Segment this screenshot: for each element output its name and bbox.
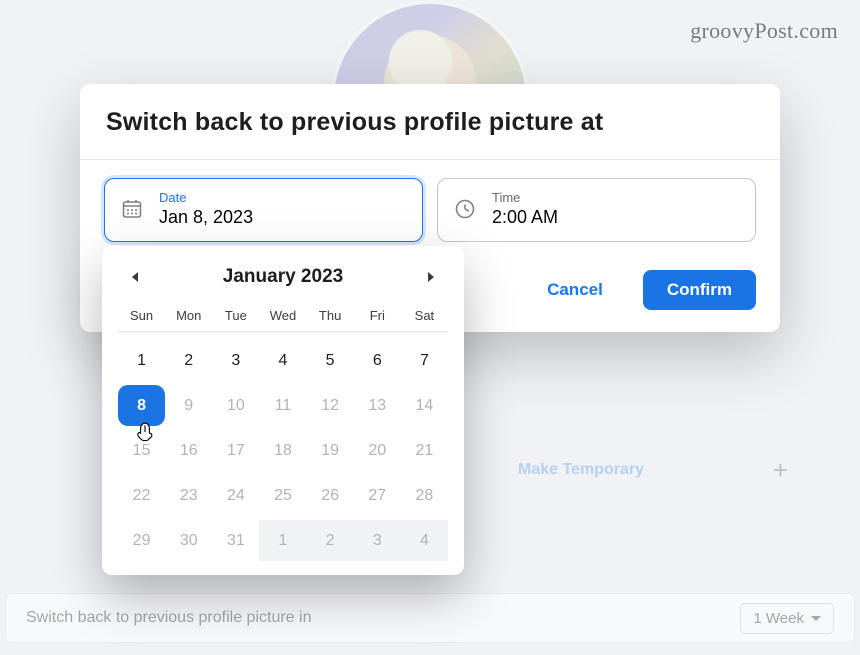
calendar-day[interactable]: 5 — [307, 340, 354, 381]
make-temporary-row: Make Temporary + — [518, 448, 788, 492]
duration-dropdown[interactable]: 1 Week — [740, 603, 834, 634]
calendar-day[interactable]: 14 — [401, 385, 448, 426]
calendar-month-label: January 2023 — [223, 266, 343, 288]
calendar-day[interactable]: 29 — [118, 520, 165, 561]
calendar-day[interactable]: 23 — [165, 475, 212, 516]
date-field[interactable]: Date Jan 8, 2023 — [104, 178, 423, 242]
cancel-button[interactable]: Cancel — [523, 270, 627, 310]
calendar-day[interactable]: 22 — [118, 475, 165, 516]
calendar-day[interactable]: 31 — [212, 520, 259, 561]
calendar-dow: Wed — [259, 302, 306, 331]
calendar-day[interactable]: 3 — [354, 520, 401, 561]
calendar-day[interactable]: 6 — [354, 340, 401, 381]
calendar-day[interactable]: 4 — [401, 520, 448, 561]
calendar-dow: Tue — [212, 302, 259, 331]
calendar-day[interactable]: 19 — [307, 430, 354, 471]
calendar-day[interactable]: 8 — [118, 385, 165, 426]
time-field-value: 2:00 AM — [492, 207, 558, 228]
make-temporary-label[interactable]: Make Temporary — [518, 461, 644, 479]
date-field-label: Date — [159, 190, 253, 205]
next-month-button[interactable] — [416, 262, 446, 292]
prev-month-button[interactable] — [120, 262, 150, 292]
calendar-day[interactable]: 18 — [259, 430, 306, 471]
calendar-icon — [119, 196, 145, 222]
date-picker-popover: January 2023 SunMonTueWedThuFriSat 12345… — [102, 246, 464, 575]
chevron-down-icon — [811, 616, 821, 621]
calendar-day[interactable]: 1 — [118, 340, 165, 381]
calendar-day[interactable]: 25 — [259, 475, 306, 516]
clock-icon — [452, 196, 478, 222]
calendar-day[interactable]: 1 — [259, 520, 306, 561]
calendar-dow: Mon — [165, 302, 212, 331]
calendar-dow: Sun — [118, 302, 165, 331]
calendar-day[interactable]: 13 — [354, 385, 401, 426]
calendar-day[interactable]: 26 — [307, 475, 354, 516]
calendar-dow: Fri — [354, 302, 401, 331]
calendar-day[interactable]: 2 — [307, 520, 354, 561]
calendar-day[interactable]: 20 — [354, 430, 401, 471]
calendar-day[interactable]: 7 — [401, 340, 448, 381]
watermark: groovyPost.com — [690, 18, 838, 44]
calendar-day[interactable]: 10 — [212, 385, 259, 426]
plus-icon[interactable]: + — [773, 455, 788, 486]
calendar-dow: Thu — [307, 302, 354, 331]
calendar-day[interactable]: 3 — [212, 340, 259, 381]
duration-dropdown-value: 1 Week — [753, 610, 804, 627]
calendar-day[interactable]: 28 — [401, 475, 448, 516]
calendar-day[interactable]: 27 — [354, 475, 401, 516]
mouse-cursor-icon — [136, 422, 154, 442]
calendar-day[interactable]: 21 — [401, 430, 448, 471]
switch-row-label: Switch back to previous profile picture … — [26, 609, 311, 627]
calendar-day[interactable]: 9 — [165, 385, 212, 426]
time-field[interactable]: Time 2:00 AM — [437, 178, 756, 242]
calendar-day[interactable]: 30 — [165, 520, 212, 561]
calendar-day[interactable]: 11 — [259, 385, 306, 426]
calendar-day[interactable]: 24 — [212, 475, 259, 516]
calendar-day[interactable]: 2 — [165, 340, 212, 381]
calendar-day[interactable]: 4 — [259, 340, 306, 381]
switch-row: Switch back to previous profile picture … — [5, 593, 855, 643]
confirm-button[interactable]: Confirm — [643, 270, 756, 310]
modal-title: Switch back to previous profile picture … — [106, 108, 754, 137]
time-field-label: Time — [492, 190, 558, 205]
calendar-day[interactable]: 16 — [165, 430, 212, 471]
date-field-value: Jan 8, 2023 — [159, 207, 253, 228]
calendar-dow: Sat — [401, 302, 448, 331]
calendar-day[interactable]: 12 — [307, 385, 354, 426]
calendar-day[interactable]: 17 — [212, 430, 259, 471]
